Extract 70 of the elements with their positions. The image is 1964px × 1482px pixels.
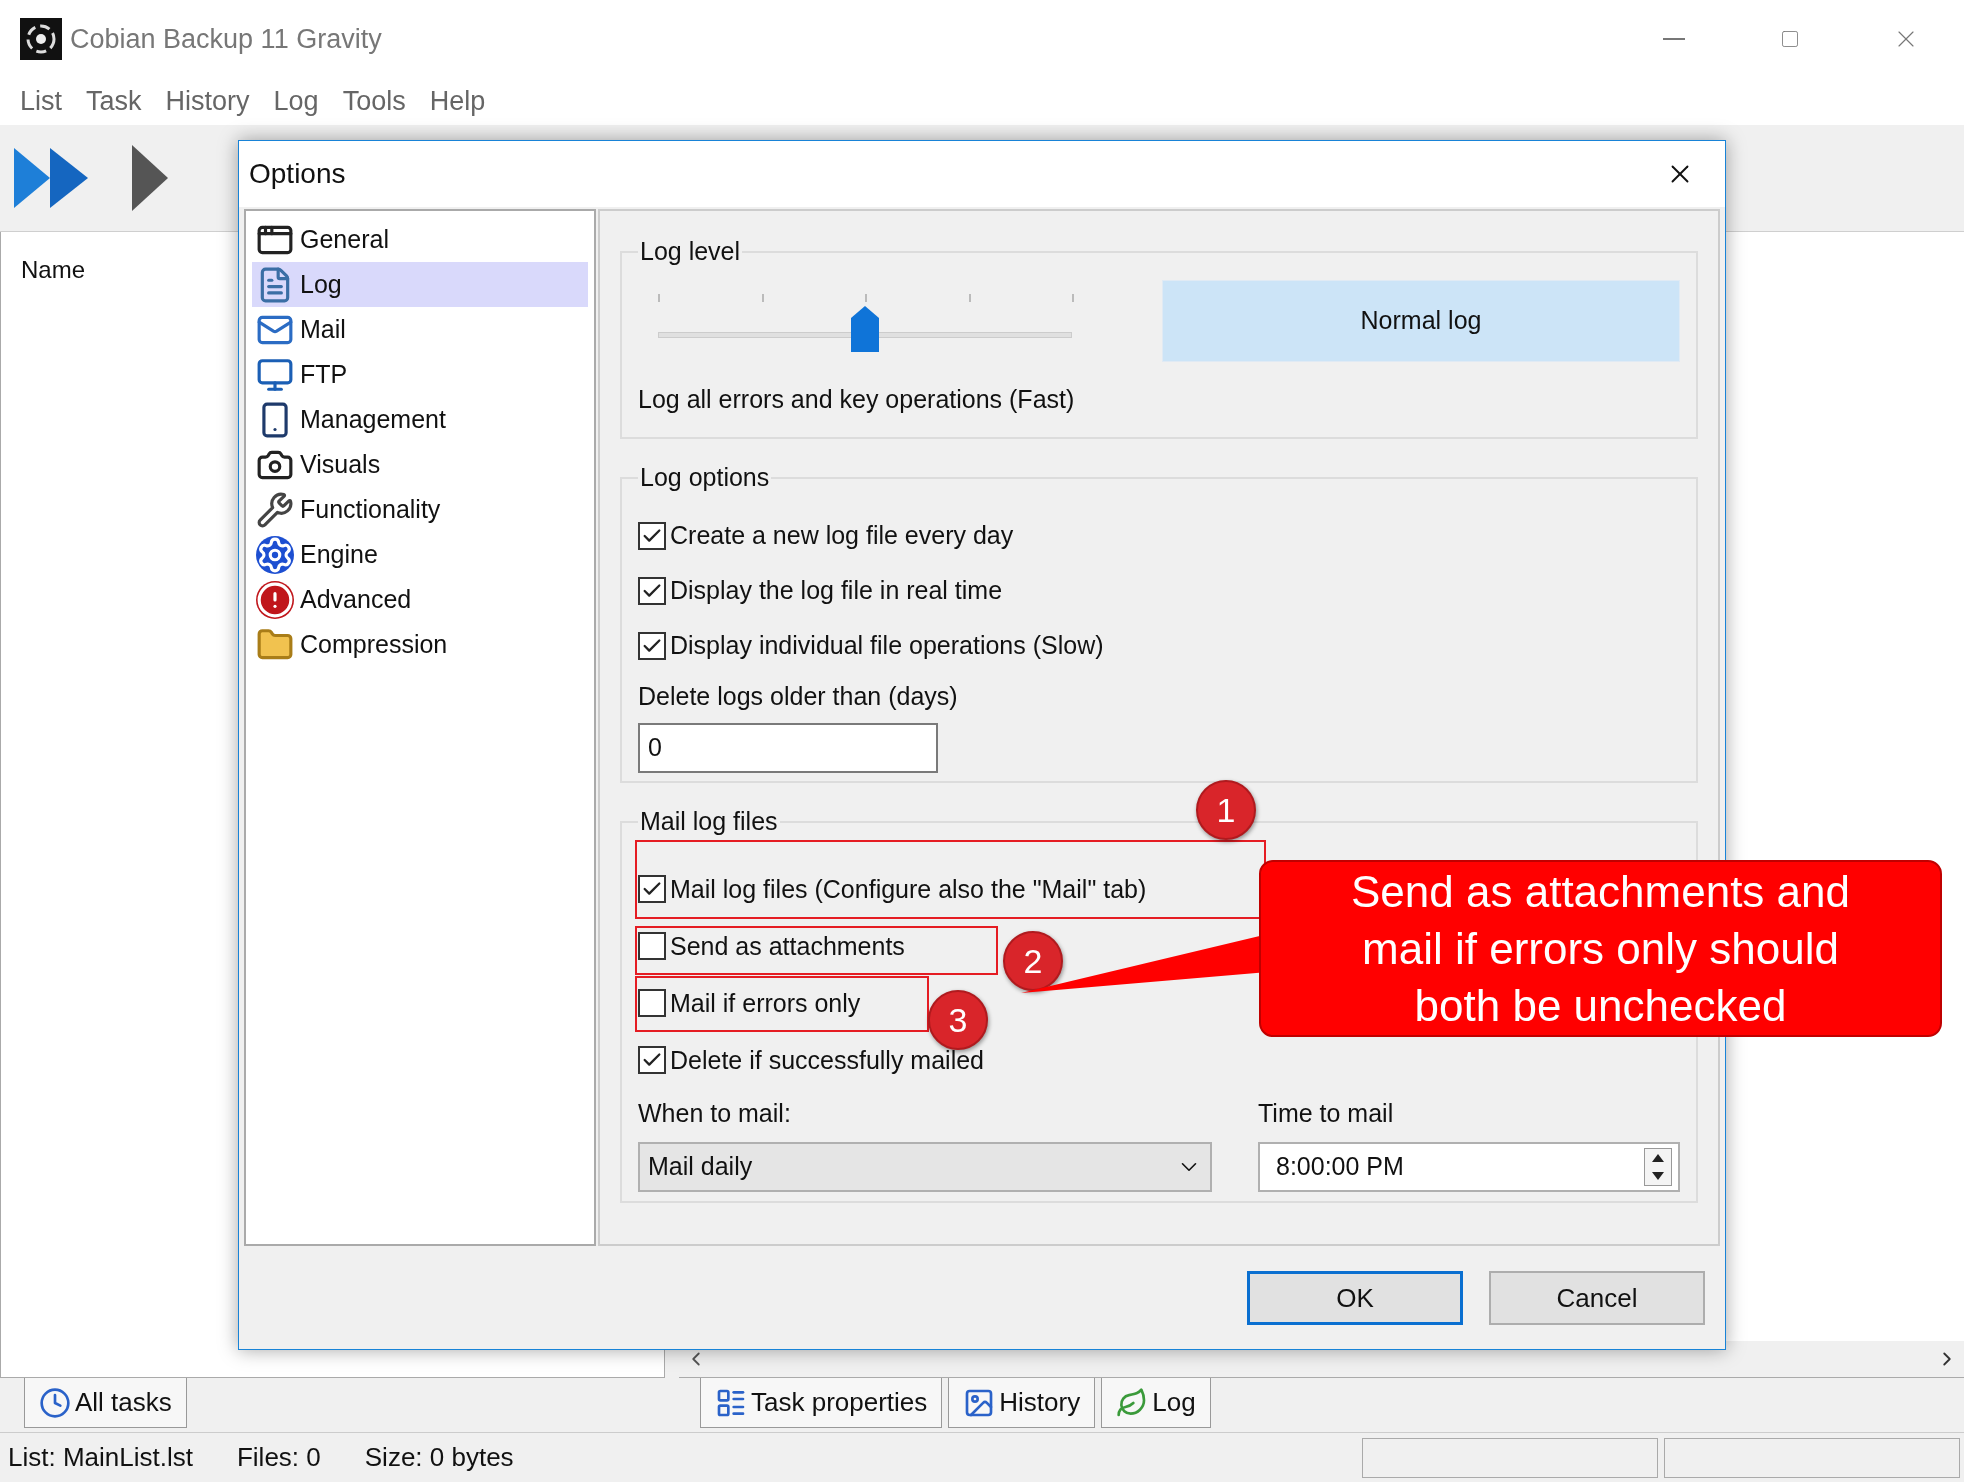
log-level-slider[interactable]	[658, 291, 1072, 354]
window-title: Cobian Backup 11 Gravity	[70, 22, 382, 56]
checkbox[interactable]	[638, 989, 666, 1017]
category-item[interactable]: Management	[252, 397, 588, 442]
slider-thumb[interactable]	[851, 305, 879, 352]
gear-icon	[256, 535, 294, 574]
bottom-tab[interactable]: All tasks	[24, 1378, 187, 1428]
checkbox-label: Mail log files (Configure also the "Mail" tab)	[670, 875, 1147, 903]
group-title: Log options	[639, 462, 771, 493]
tick-mark	[968, 293, 971, 302]
column-header: Name	[21, 256, 86, 283]
menu-item[interactable]: List	[8, 81, 75, 122]
minimize-icon	[1663, 38, 1685, 40]
callout-box: Send as attachments and mail if errors only should both be unchecked	[1259, 860, 1942, 1037]
log-level-value: Normal log	[1162, 279, 1680, 362]
checkbox-label: Mail if errors only	[670, 989, 861, 1017]
category-item[interactable]: Engine	[252, 532, 588, 577]
checkbox-label: Create a new log file every day	[670, 520, 1014, 552]
checkbox-label: Display the log file in real time	[670, 575, 1003, 607]
field-label: When to mail:	[638, 1097, 792, 1129]
field-label: Delete logs older than (days)	[638, 680, 959, 712]
group-title: Log level	[639, 236, 742, 267]
checkbox[interactable]	[638, 1046, 666, 1074]
bottom-tab[interactable]: History	[948, 1378, 1096, 1428]
checkbox[interactable]	[638, 522, 666, 550]
bottom-tab[interactable]: Log	[1101, 1378, 1211, 1428]
mail-schedule-dropdown[interactable]: Mail daily	[638, 1142, 1212, 1192]
checkbox[interactable]	[638, 932, 666, 960]
tick-mark	[658, 293, 660, 302]
menu-item[interactable]: Log	[261, 81, 331, 122]
category-item[interactable]: FTP	[252, 352, 588, 397]
tick-mark	[1072, 293, 1074, 302]
checkbox[interactable]	[638, 632, 666, 660]
stopwatch-icon	[39, 1386, 71, 1419]
maximize-icon	[1780, 29, 1800, 49]
time-field[interactable]: 8:00:00 PM	[1258, 1142, 1680, 1192]
status-text: List: MainList.lst	[8, 1441, 193, 1474]
tick-mark	[761, 293, 764, 302]
tick-mark	[865, 293, 867, 302]
menu-item[interactable]: Help	[417, 81, 498, 122]
app-logo-icon	[20, 18, 62, 60]
status-text: Size: 0 bytes	[364, 1441, 514, 1474]
category-item[interactable]: Compression	[252, 622, 588, 667]
category-item[interactable]: Visuals	[252, 442, 588, 487]
category-item[interactable]: Functionality	[252, 487, 588, 532]
checkbox-label: Send as attachments	[670, 932, 905, 960]
double-play-icon[interactable]	[14, 146, 90, 210]
dialog-title: Options	[249, 157, 346, 191]
bottom-tab[interactable]: Task properties	[700, 1378, 943, 1428]
menu-item[interactable]: Task	[74, 81, 154, 122]
category-item[interactable]: Log	[252, 262, 588, 307]
menu-item[interactable]: Tools	[330, 81, 418, 122]
group-title: Mail log files	[639, 806, 779, 837]
log-level-description: Log all errors and key operations (Fast)	[638, 383, 1076, 415]
menu-item[interactable]: History	[153, 81, 262, 122]
category-item[interactable]: General	[252, 217, 588, 262]
checkbox[interactable]	[638, 875, 666, 903]
status-text: Files: 0	[236, 1441, 321, 1474]
exclamation-icon	[256, 580, 294, 619]
category-item[interactable]: Advanced	[252, 577, 588, 622]
checkbox-label: Display individual file operations (Slow)	[670, 630, 1104, 662]
field-label: Time to mail	[1258, 1097, 1395, 1129]
dialog-button[interactable]: Cancel	[1489, 1271, 1705, 1325]
dialog-button[interactable]: OK	[1247, 1271, 1463, 1325]
category-item[interactable]: Mail	[252, 307, 588, 352]
spinner-icon[interactable]	[1644, 1148, 1672, 1186]
wrench-icon	[256, 490, 294, 529]
play-icon[interactable]	[130, 143, 170, 213]
days-field[interactable]: 0	[638, 723, 938, 773]
checkbox[interactable]	[638, 577, 666, 605]
